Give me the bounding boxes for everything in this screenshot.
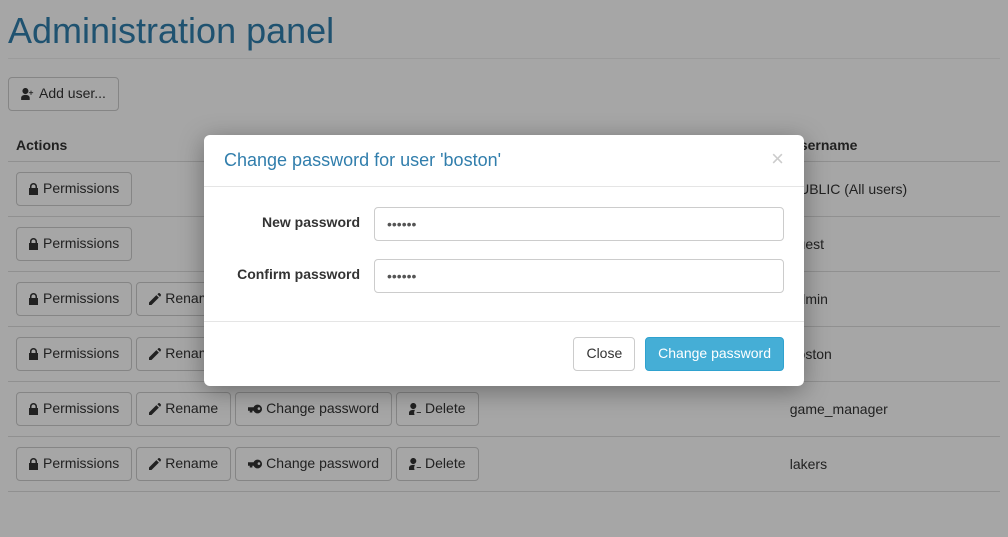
change-password-modal: Change password for user 'boston' × New … <box>204 135 804 386</box>
change-password-submit-button[interactable]: Change password <box>645 337 784 371</box>
close-button[interactable]: Close <box>573 337 635 371</box>
confirm-password-input[interactable] <box>374 259 784 293</box>
new-password-label: New password <box>224 207 374 230</box>
modal-title: Change password for user 'boston' <box>224 150 784 171</box>
close-icon[interactable]: × <box>765 147 790 171</box>
confirm-password-label: Confirm password <box>224 259 374 282</box>
new-password-input[interactable] <box>374 207 784 241</box>
